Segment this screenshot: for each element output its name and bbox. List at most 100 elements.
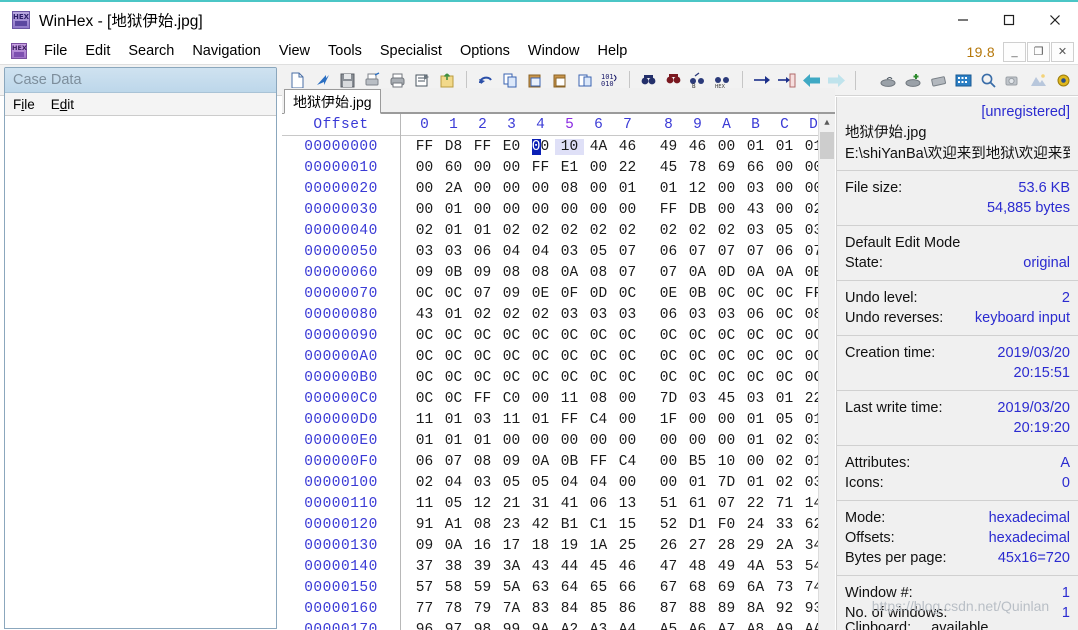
hex-byte-cell[interactable]: 0C: [712, 370, 741, 386]
hex-row-bytes[interactable]: 00 2A 00 00 00 08 00 01 01 12 00 03 00 00: [400, 181, 828, 197]
hex-byte-cell[interactable]: 0C: [410, 349, 439, 365]
hex-byte-cell[interactable]: 02: [654, 223, 683, 239]
menu-item-window[interactable]: Window: [519, 41, 589, 61]
hex-byte-cell[interactable]: 0B: [555, 454, 584, 470]
hex-byte-cell[interactable]: 0C: [584, 349, 613, 365]
hex-byte-cell[interactable]: 05: [584, 244, 613, 260]
hex-byte-cell[interactable]: 29: [741, 538, 770, 554]
hex-byte-cell[interactable]: 0C: [497, 349, 526, 365]
hex-byte-cell[interactable]: 06: [584, 496, 613, 512]
menu-item-navigation[interactable]: Navigation: [183, 41, 270, 61]
hex-byte-cell[interactable]: 01: [741, 139, 770, 155]
hex-byte-cell[interactable]: 78: [683, 160, 712, 176]
hex-byte-cell[interactable]: 05: [439, 496, 468, 512]
hex-byte-cell[interactable]: 04: [439, 475, 468, 491]
byte-column-header-2[interactable]: 2: [468, 117, 497, 133]
hex-byte-cell[interactable]: 39: [468, 559, 497, 575]
hex-row[interactable]: 000000F0 06 07 08 09 0A 0B FF C4 00 B5 10 00 02 01: [282, 451, 835, 472]
hex-row[interactable]: 000000B0 0C 0C 0C 0C 0C 0C 0C 0C 0C 0C 0C 0C 0C 0C: [282, 367, 835, 388]
menu-item-view[interactable]: View: [270, 41, 319, 61]
hex-byte-cell[interactable]: 07: [683, 244, 712, 260]
byte-column-header-C[interactable]: C: [770, 117, 799, 133]
hex-byte-cell[interactable]: 01: [741, 412, 770, 428]
hex-byte-cell[interactable]: 00: [584, 433, 613, 449]
hex-byte-cell[interactable]: 00: [526, 202, 555, 218]
hex-byte-cell[interactable]: 85: [584, 601, 613, 617]
byte-column-header-8[interactable]: 8: [654, 117, 683, 133]
hex-byte-cell[interactable]: 1A: [584, 538, 613, 554]
hex-byte-cell[interactable]: A9: [770, 622, 799, 630]
hex-byte-cell[interactable]: 00: [613, 412, 642, 428]
byte-column-header-B[interactable]: B: [741, 117, 770, 133]
hex-row-bytes[interactable]: 0C 0C 0C 0C 0C 0C 0C 0C 0C 0C 0C 0C 0C 0C: [400, 349, 828, 365]
hex-byte-cell[interactable]: 00: [497, 160, 526, 176]
hex-byte-cell[interactable]: 0C: [741, 370, 770, 386]
hex-byte-cell[interactable]: 96: [410, 622, 439, 630]
hex-row-bytes[interactable]: 0C 0C 0C 0C 0C 0C 0C 0C 0C 0C 0C 0C 0C 0C: [400, 370, 828, 386]
menu-item-file[interactable]: File: [35, 41, 76, 61]
hex-byte-cell[interactable]: 09: [410, 538, 439, 554]
hex-row[interactable]: 00000100 02 04 03 05 05 04 04 00 00 01 7D 01 02 03: [282, 472, 835, 493]
hex-byte-cell[interactable]: 11: [497, 412, 526, 428]
hex-byte-cell[interactable]: 44: [555, 559, 584, 575]
hex-byte-cell[interactable]: 9A: [526, 622, 555, 630]
byte-column-header-A[interactable]: A: [712, 117, 741, 133]
hex-byte-cell[interactable]: 03: [683, 391, 712, 407]
hex-byte-cell[interactable]: 37: [410, 559, 439, 575]
hex-byte-cell[interactable]: 00: [712, 139, 741, 155]
hex-byte-cell[interactable]: 07: [468, 286, 497, 302]
hex-byte-cell[interactable]: 00: [613, 391, 642, 407]
hex-byte-cell[interactable]: 04: [497, 244, 526, 260]
hex-byte-cell[interactable]: 07: [712, 244, 741, 260]
hex-byte-cell[interactable]: 0C: [526, 328, 555, 344]
hex-byte-cell[interactable]: 00: [555, 433, 584, 449]
hex-byte-cell[interactable]: 0C: [683, 328, 712, 344]
open-disk-plus-icon[interactable]: [901, 68, 926, 93]
hex-byte-cell[interactable]: 0C: [584, 328, 613, 344]
hex-byte-cell[interactable]: 0C: [741, 286, 770, 302]
hex-byte-cell[interactable]: 15: [613, 517, 642, 533]
hex-byte-cell[interactable]: 02: [683, 223, 712, 239]
hex-byte-cell[interactable]: 0C: [439, 349, 468, 365]
hex-byte-cell[interactable]: 47: [654, 559, 683, 575]
hex-byte-cell[interactable]: 11: [410, 496, 439, 512]
hex-byte-cell[interactable]: 45: [654, 160, 683, 176]
hex-byte-cell[interactable]: 4A: [584, 139, 613, 155]
hex-byte-cell[interactable]: 08: [497, 265, 526, 281]
hex-byte-cell[interactable]: 78: [439, 601, 468, 617]
hex-byte-cell[interactable]: 04: [555, 475, 584, 491]
hex-byte-cell[interactable]: DB: [683, 202, 712, 218]
hex-byte-cell[interactable]: 01: [468, 433, 497, 449]
hex-byte-cell[interactable]: 22: [741, 496, 770, 512]
hex-byte-cell[interactable]: 0A: [683, 265, 712, 281]
hex-byte-cell[interactable]: 06: [468, 244, 497, 260]
hex-byte-cell[interactable]: 01: [439, 202, 468, 218]
search-icon[interactable]: [976, 68, 1001, 93]
mdi-minimize-button[interactable]: _: [1003, 41, 1026, 62]
open-ram-icon[interactable]: [926, 68, 951, 93]
hex-byte-cell[interactable]: 01: [439, 433, 468, 449]
hex-byte-cell[interactable]: 45: [584, 559, 613, 575]
hex-byte-cell[interactable]: 0C: [526, 349, 555, 365]
hex-byte-cell[interactable]: 00: [410, 202, 439, 218]
hex-byte-cell[interactable]: FF: [410, 139, 439, 155]
hex-byte-cell[interactable]: 00: [410, 160, 439, 176]
hex-byte-cell[interactable]: 01: [770, 391, 799, 407]
hex-byte-cell[interactable]: 17: [497, 538, 526, 554]
hex-row[interactable]: 00000120 91 A1 08 23 42 B1 C1 15 52 D1 F0 24 33 62: [282, 514, 835, 535]
hex-row[interactable]: 00000030 00 01 00 00 00 00 00 00 FF DB 00 43 00 02: [282, 199, 835, 220]
hex-byte-cell[interactable]: 7D: [654, 391, 683, 407]
hex-row[interactable]: 000000E0 01 01 01 00 00 00 00 00 00 00 00 01 02 03: [282, 430, 835, 451]
case-data-body[interactable]: [5, 116, 276, 628]
hex-byte-cell[interactable]: 25: [613, 538, 642, 554]
hex-byte-cell[interactable]: 03: [741, 223, 770, 239]
hex-byte-cell[interactable]: 04: [584, 475, 613, 491]
byte-column-header-5[interactable]: 5: [555, 117, 584, 133]
hex-byte-cell[interactable]: 07: [613, 265, 642, 281]
hex-byte-cell[interactable]: 00: [468, 202, 497, 218]
hex-byte-cell[interactable]: 11: [555, 391, 584, 407]
hex-byte-cell[interactable]: 03: [741, 181, 770, 197]
hex-byte-cell[interactable]: 68: [683, 580, 712, 596]
hex-row[interactable]: 00000010 00 60 00 00 FF E1 00 22 45 78 69 66 00 00: [282, 157, 835, 178]
hex-row[interactable]: 00000160 77 78 79 7A 83 84 85 86 87 88 89 8A 92 93: [282, 598, 835, 619]
